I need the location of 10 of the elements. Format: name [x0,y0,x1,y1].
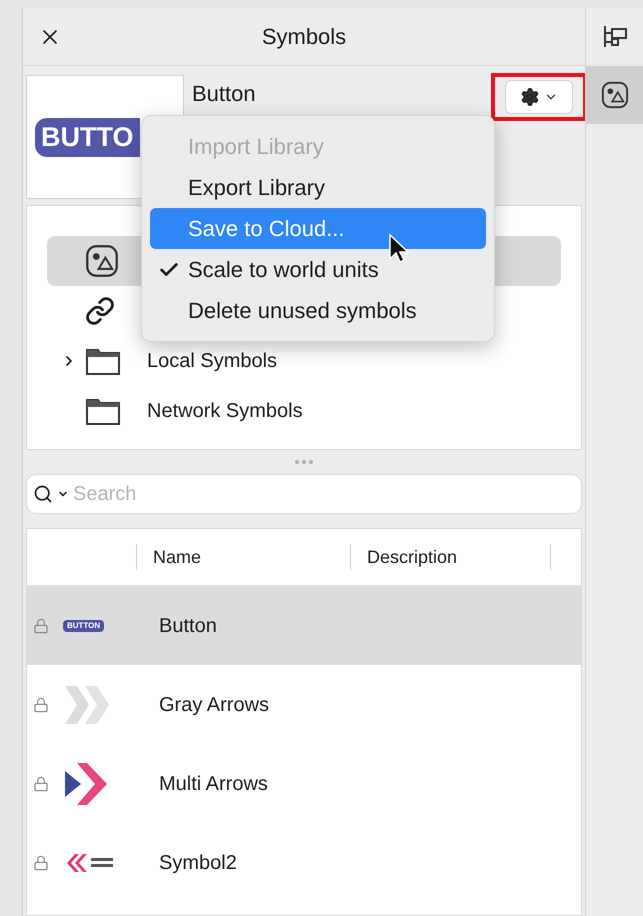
preview-label: BUTTO [35,118,140,156]
symbol-name: Button [192,81,256,106]
button-thumbnail: BUTTON [63,620,104,632]
symbol-name-cell-text: Multi Arrows [159,772,268,796]
symbol-name-cell-text: Button [159,614,217,638]
tree-item-label: Local Symbols [147,349,278,374]
symbol-name-cell-text: Gray Arrows [159,692,270,718]
panel-title: Symbols [260,23,348,51]
symbol-name-cell-text: Symbol2 [159,850,237,876]
tree-item-label: Network Symbols [147,399,303,424]
